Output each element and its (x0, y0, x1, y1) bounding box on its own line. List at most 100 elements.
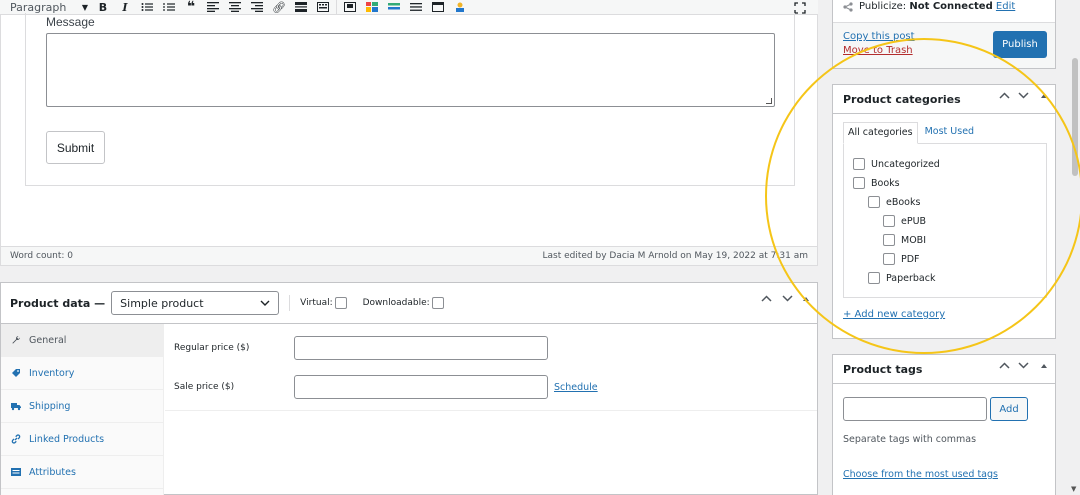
categories-box-controls (999, 92, 1047, 99)
product-data-panel: Product data — Simple product Virtual: D… (0, 282, 818, 495)
message-label: Message (46, 15, 95, 29)
collapse-icon[interactable] (1041, 363, 1047, 368)
truck-icon (11, 401, 21, 411)
tab-inventory[interactable]: Inventory (1, 357, 163, 390)
add-tag-button[interactable]: Add (990, 397, 1028, 421)
message-textarea[interactable] (46, 33, 775, 107)
tags-box-controls (999, 362, 1047, 369)
sale-price-input[interactable] (294, 375, 548, 399)
category-checkbox[interactable] (883, 215, 895, 227)
category-checkbox[interactable] (853, 158, 865, 170)
panel-controls (761, 295, 809, 302)
move-to-trash-link[interactable]: Move to Trash (843, 45, 913, 56)
form-icon (344, 2, 356, 12)
bullet-list-icon (141, 3, 153, 11)
publish-box: Publicize: Not Connected Edit Copy this … (832, 0, 1056, 69)
publicize-label: Publicize: (859, 1, 907, 12)
product-tags-box: Product tags Add Separate tags with comm… (832, 354, 1056, 495)
publicize-line: Publicize: Not Connected Edit (843, 0, 1015, 13)
fullscreen-icon (794, 1, 806, 14)
numbered-list-icon (163, 3, 175, 11)
category-epub[interactable]: ePUB (883, 215, 926, 227)
category-checkbox[interactable] (868, 196, 880, 208)
category-checkbox[interactable] (853, 177, 865, 189)
regular-price-input[interactable] (294, 336, 548, 360)
collapse-icon[interactable] (803, 296, 809, 301)
category-mobi[interactable]: MOBI (883, 234, 926, 246)
category-pdf[interactable]: PDF (883, 253, 920, 265)
category-checkbox[interactable] (883, 253, 895, 265)
category-ebooks[interactable]: eBooks (868, 196, 920, 208)
tags-hint: Separate tags with commas (843, 434, 977, 445)
virtual-checkbox[interactable] (334, 297, 347, 309)
category-books[interactable]: Books (853, 177, 900, 189)
move-up-icon[interactable] (761, 295, 772, 302)
last-edited: Last edited by Dacia M Arnold on May 19,… (542, 251, 808, 261)
window-icon (432, 2, 444, 12)
regular-price-row: Regular price ($) (174, 336, 548, 360)
product-tags-title: Product tags (843, 362, 923, 376)
move-up-icon[interactable] (999, 362, 1010, 369)
colorful-blocks-icon (366, 2, 378, 12)
list-icon (11, 467, 21, 477)
toolbar-separator (336, 0, 337, 14)
choose-most-used-tags-link[interactable]: Choose from the most used tags (843, 469, 998, 480)
scroll-thumb[interactable] (1072, 58, 1078, 176)
lines-icon (410, 3, 422, 11)
page-scrollbar[interactable]: ▼ (1070, 0, 1080, 495)
link-icon (11, 434, 21, 444)
submit-button[interactable]: Submit (46, 131, 105, 164)
align-center-icon (229, 2, 241, 12)
category-uncategorized[interactable]: Uncategorized (853, 158, 940, 170)
tab-linked-products[interactable]: Linked Products (1, 423, 163, 456)
tag-input[interactable] (843, 397, 987, 421)
publicize-status: Not Connected (909, 1, 993, 12)
downloadable-label: Downloadable: (362, 298, 430, 308)
product-data-header: Product data — Simple product Virtual: D… (1, 283, 817, 324)
quote-icon: ❝ (186, 0, 196, 15)
tab-shipping[interactable]: Shipping (1, 390, 163, 423)
keyboard-icon (317, 2, 329, 12)
collapse-icon[interactable] (1041, 93, 1047, 98)
category-checkbox[interactable] (883, 234, 895, 246)
tab-attributes[interactable]: Attributes (1, 456, 163, 489)
chevron-down-icon (260, 300, 270, 306)
editor-area[interactable]: Message Submit (0, 13, 818, 265)
publish-actions: Copy this post Move to Trash Publish (833, 22, 1055, 68)
chevron-down-icon: ▼ (81, 2, 88, 12)
product-data-title: Product data — (10, 296, 106, 310)
scroll-down-icon[interactable]: ▼ (1071, 485, 1076, 493)
move-down-icon[interactable] (782, 295, 793, 302)
align-right-icon (251, 2, 263, 12)
move-down-icon[interactable] (1018, 362, 1029, 369)
publicize-edit-link[interactable]: Edit (996, 1, 1015, 12)
category-paperback[interactable]: Paperback (868, 272, 935, 284)
downloadable-checkbox[interactable] (431, 297, 444, 309)
product-type-value: Simple product (120, 296, 204, 310)
category-checklist: Uncategorized Books eBooks ePUB MOBI PDF… (843, 143, 1047, 298)
category-tabs: All categories Most Used (843, 122, 978, 144)
tab-general[interactable]: General (1, 324, 163, 357)
product-categories-title: Product categories (843, 92, 961, 106)
product-tags-header[interactable]: Product tags (833, 355, 1055, 384)
sale-price-row: Sale price ($) Schedule (174, 375, 598, 399)
add-new-category-link[interactable]: + Add new category (843, 309, 945, 320)
move-up-icon[interactable] (999, 92, 1010, 99)
align-left-icon (207, 2, 219, 12)
tab-all-categories[interactable]: All categories (843, 122, 918, 144)
editor-status-bar: Word count: 0 Last edited by Dacia M Arn… (0, 246, 818, 266)
schedule-link[interactable]: Schedule (554, 382, 598, 393)
category-checkbox[interactable] (868, 272, 880, 284)
product-type-select[interactable]: Simple product (111, 291, 280, 315)
publish-button[interactable]: Publish (993, 31, 1047, 58)
product-categories-header[interactable]: Product categories (833, 85, 1055, 114)
tab-most-used[interactable]: Most Used (918, 122, 978, 144)
tag-icon (11, 368, 21, 378)
resize-grip-icon[interactable] (766, 98, 772, 104)
copy-post-link[interactable]: Copy this post (843, 31, 915, 42)
person-icon (456, 2, 464, 12)
header-divider (289, 295, 291, 311)
format-select-value: Paragraph (10, 0, 67, 14)
word-count: Word count: 0 (10, 251, 74, 261)
move-down-icon[interactable] (1018, 92, 1029, 99)
